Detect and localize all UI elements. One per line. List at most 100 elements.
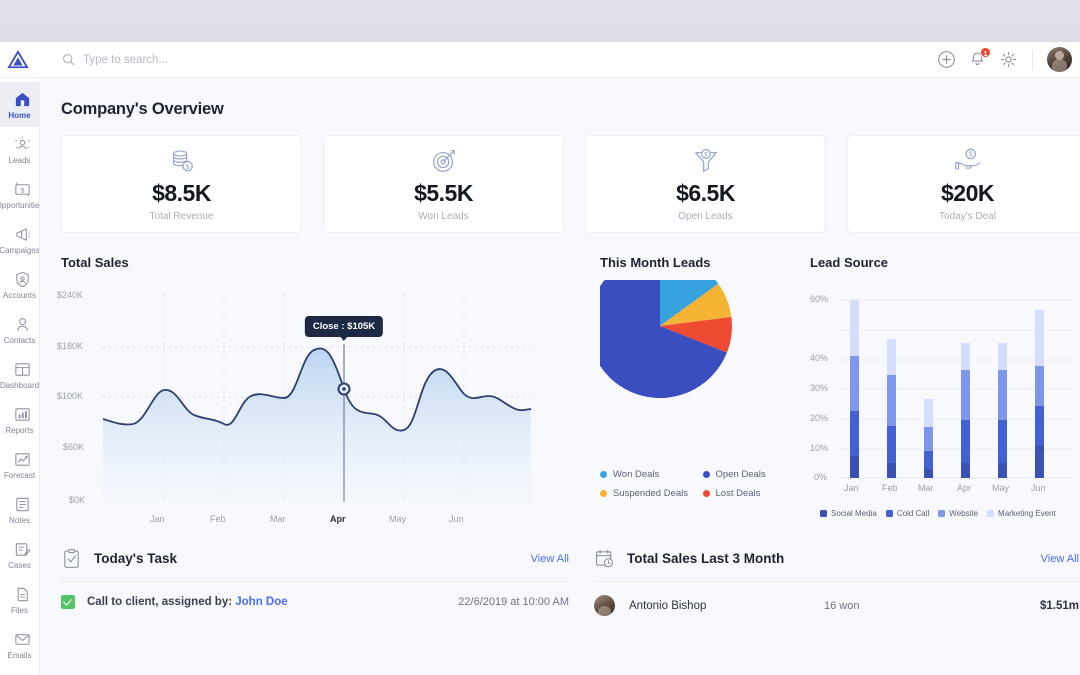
stat-card-label: Won Leads bbox=[418, 211, 469, 222]
sidebar-item-label: Home bbox=[8, 110, 31, 120]
sidebar-item-home[interactable]: Home bbox=[0, 82, 39, 127]
y-axis-tick: 60% bbox=[810, 294, 829, 304]
add-new-button[interactable] bbox=[937, 50, 956, 69]
legend-item-open-deals[interactable]: Open Deals bbox=[702, 469, 806, 480]
search-bar[interactable] bbox=[40, 42, 937, 78]
x-axis-tick: Jan bbox=[844, 483, 859, 493]
y-axis-tick: 20% bbox=[810, 413, 829, 423]
stat-card-won-leads[interactable]: $5.5K Won Leads bbox=[323, 135, 564, 233]
top-bar: 1 bbox=[0, 42, 1080, 78]
sidebar-item-campaigns[interactable]: Campaigns bbox=[0, 217, 39, 262]
charts-row: Total Sales $240K $180K $100K $60K $0K J… bbox=[40, 233, 1080, 534]
stat-card-total-revenue[interactable]: $ $8.5K Total Revenue bbox=[61, 135, 302, 233]
legend-item-suspended-deals[interactable]: Suspended Deals bbox=[600, 488, 703, 499]
legend-swatch bbox=[702, 471, 710, 478]
sidebar-item-label: Notes bbox=[9, 515, 30, 525]
sidebar-item-label: Cases bbox=[8, 560, 31, 570]
svg-text:$: $ bbox=[704, 152, 708, 159]
legend-item-won-deals[interactable]: Won Deals bbox=[600, 469, 703, 480]
window-top-band bbox=[0, 0, 1080, 42]
sidebar-item-contacts[interactable]: Contacts bbox=[0, 307, 39, 352]
sidebar-item-label: Opportunities bbox=[0, 200, 40, 210]
x-axis-tick: Mar bbox=[270, 514, 286, 524]
legend-item-website[interactable]: Website bbox=[938, 509, 978, 518]
legend-item-social-media[interactable]: Social Media bbox=[820, 509, 877, 518]
sales-amount: $1.51m bbox=[1039, 599, 1079, 612]
sidebar-item-files[interactable]: Files bbox=[0, 577, 39, 622]
bar-chart-svg bbox=[840, 299, 1072, 479]
x-axis-tick: Jun bbox=[1031, 483, 1046, 493]
legend-swatch bbox=[600, 490, 607, 497]
total-sales-view-all[interactable]: View All bbox=[1041, 553, 1079, 565]
delta-triangle-logo-icon bbox=[7, 49, 29, 68]
stat-card-todays-deal[interactable]: $ $20K Today's Deal bbox=[847, 135, 1080, 233]
todays-task-panel: Today's Task View All Call to client, as… bbox=[61, 548, 569, 616]
y-axis-tick: $240K bbox=[57, 290, 84, 300]
svg-text:$: $ bbox=[185, 164, 189, 171]
sidebar-item-label: Emails bbox=[7, 650, 32, 660]
notifications-button[interactable]: 1 bbox=[968, 47, 991, 69]
task-assignee[interactable]: John Doe bbox=[235, 596, 287, 608]
task-row[interactable]: Call to client, assigned by: John Doe 22… bbox=[61, 582, 569, 609]
stat-card-open-leads[interactable]: $ $6.5K Open Leads bbox=[585, 135, 826, 233]
sidebar-item-label: Campaigns bbox=[0, 245, 40, 255]
search-icon bbox=[63, 54, 75, 66]
sidebar-item-emails[interactable]: Emails bbox=[0, 622, 39, 667]
bar-legend: Social Media Cold Call Website Marketing… bbox=[820, 509, 1078, 518]
y-axis-tick: 0% bbox=[814, 472, 828, 482]
sidebar-item-dashboard[interactable]: Dashboard bbox=[0, 352, 39, 397]
sidebar-item-cases[interactable]: Cases bbox=[0, 532, 39, 577]
x-axis-tick: Mar bbox=[918, 483, 934, 493]
sidebar-item-forecast[interactable]: Forecast bbox=[0, 442, 39, 487]
this-month-leads-title: This Month Leads bbox=[600, 255, 711, 270]
todays-task-header: Today's Task View All bbox=[61, 548, 569, 582]
legend-label: Cold Call bbox=[896, 509, 930, 518]
gear-icon bbox=[1000, 51, 1017, 68]
sidebar-item-label: Reports bbox=[5, 425, 34, 435]
sales-person-name: Antonio Bishop bbox=[629, 599, 707, 612]
file-icon bbox=[17, 587, 28, 601]
search-input[interactable] bbox=[83, 53, 383, 66]
person-icon bbox=[16, 317, 29, 331]
money-exchange-icon: $ bbox=[15, 181, 30, 197]
sidebar-item-reports[interactable]: Reports bbox=[0, 397, 39, 442]
sidebar-item-leads[interactable]: Leads bbox=[0, 127, 39, 172]
lead-source-chart[interactable]: 60% 40% 30% 20% 10% 0% Jan Feb Mar Apr M… bbox=[810, 282, 1078, 518]
y-axis-tick: $60K bbox=[63, 442, 85, 452]
task-checkbox[interactable] bbox=[61, 595, 75, 609]
lead-source-title: Lead Source bbox=[810, 255, 889, 270]
user-avatar[interactable] bbox=[1047, 47, 1072, 72]
trend-up-icon bbox=[15, 452, 30, 466]
legend-item-lost-deals[interactable]: Lost Deals bbox=[702, 488, 806, 499]
sales-row[interactable]: Antonio Bishop 16 won $1.51m bbox=[594, 582, 1079, 616]
home-icon bbox=[15, 92, 30, 106]
shield-user-icon bbox=[16, 271, 29, 287]
legend-swatch bbox=[600, 471, 607, 478]
y-axis-tick: $0K bbox=[69, 495, 86, 505]
sidebar-nav[interactable]: Home Leads $ Opportunities bbox=[0, 78, 40, 675]
calendar-clock-icon bbox=[595, 549, 614, 568]
todays-task-view-all[interactable]: View All bbox=[531, 553, 569, 565]
sidebar-item-opportunities[interactable]: $ Opportunities bbox=[0, 172, 39, 217]
dashboard-grid-icon bbox=[15, 362, 30, 376]
legend-item-marketing-event[interactable]: Marketing Event bbox=[987, 509, 1056, 518]
total-sales-last-3-month-title: Total Sales Last 3 Month bbox=[627, 551, 785, 566]
stat-card-label: Today's Deal bbox=[939, 211, 996, 222]
app-logo[interactable] bbox=[0, 42, 40, 78]
page-title: Company's Overview bbox=[61, 100, 224, 118]
sidebar-item-notes[interactable]: Notes bbox=[0, 487, 39, 532]
dashboard-screen: 1 Home bbox=[0, 0, 1080, 675]
target-arrow-icon bbox=[432, 150, 455, 172]
case-pencil-icon bbox=[15, 542, 31, 556]
total-sales-panel: Total Sales $240K $180K $100K $60K $0K J… bbox=[57, 255, 578, 534]
sidebar-item-accounts[interactable]: Accounts bbox=[0, 262, 39, 307]
legend-item-cold-call[interactable]: Cold Call bbox=[885, 509, 930, 518]
legend-label: Suspended Deals bbox=[613, 488, 688, 499]
envelope-icon bbox=[15, 633, 30, 645]
leads-pie-chart[interactable]: Won Deals Open Deals Suspended Deals Los… bbox=[587, 254, 800, 499]
x-axis-tick-active: Apr bbox=[330, 514, 346, 524]
settings-button[interactable] bbox=[999, 50, 1018, 69]
leads-network-icon bbox=[15, 136, 30, 149]
total-sales-chart[interactable]: $240K $180K $100K $60K $0K Jan Feb Mar A… bbox=[57, 284, 551, 534]
sales-won-count: 16 won bbox=[824, 599, 860, 612]
